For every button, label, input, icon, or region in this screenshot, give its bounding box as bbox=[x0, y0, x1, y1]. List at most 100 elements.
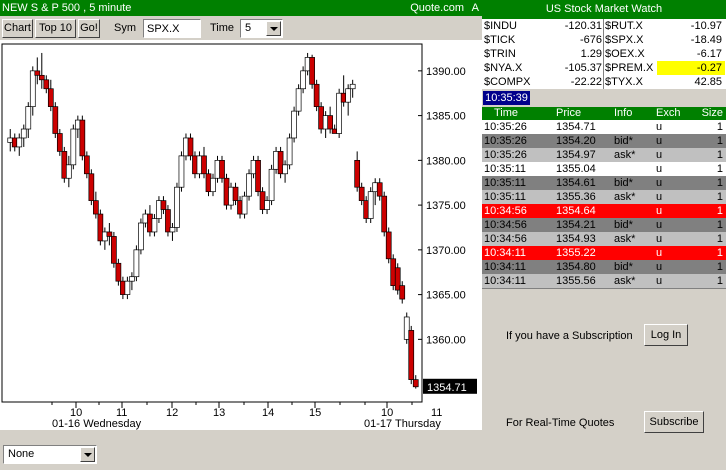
candle-body bbox=[241, 195, 248, 215]
header-exch: Exch bbox=[656, 107, 681, 119]
candle-body bbox=[93, 200, 99, 215]
time-select[interactable]: 5 bbox=[240, 19, 283, 38]
candle-body bbox=[291, 110, 297, 139]
time-sales-info: bid* bbox=[614, 177, 633, 189]
time-sales-row[interactable]: 10:34:56 1354.64 u 1 bbox=[482, 204, 726, 218]
candle-body bbox=[300, 70, 306, 90]
time-sales-row[interactable]: 10:35:26 1354.20 bid* u 1 bbox=[482, 134, 726, 148]
subscription-text: If you have a Subscription bbox=[506, 330, 633, 342]
candle-body bbox=[358, 186, 365, 201]
market-watch-symbol: $NYA.X bbox=[484, 62, 523, 74]
candle-body bbox=[34, 70, 41, 76]
candle-body bbox=[38, 74, 45, 81]
candle-body bbox=[345, 88, 352, 103]
candle-body bbox=[106, 231, 113, 237]
header-size: Size bbox=[701, 107, 723, 119]
time-sales-time: 10:34:11 bbox=[484, 261, 527, 273]
time-sales-exch: u bbox=[656, 163, 663, 175]
time-sales-exch: u bbox=[656, 177, 663, 189]
time-sales-time: 10:35:26 bbox=[484, 149, 527, 161]
time-sales-row[interactable]: 10:35:11 1355.36 ask* u 1 bbox=[482, 190, 726, 204]
chart-source-flag: A bbox=[471, 2, 479, 14]
time-sales-exch: u bbox=[656, 261, 663, 273]
market-watch-row: $INDU -120.31 $RUT.X -10.97 bbox=[482, 19, 726, 33]
time-sales-row[interactable]: 10:34:11 1355.22 u 1 bbox=[482, 246, 726, 260]
time-sales-price: 1355.22 bbox=[556, 247, 596, 259]
price-chart[interactable]: 1360.00 1365.00 1370.00 1375.00 1380.00 1385.… bbox=[0, 40, 482, 430]
symbol-input[interactable] bbox=[143, 19, 201, 38]
candle-body bbox=[246, 173, 252, 197]
chevron-down-icon[interactable] bbox=[266, 21, 281, 36]
time-sales-info: ask* bbox=[614, 233, 636, 245]
candle-body bbox=[151, 218, 158, 233]
time-sales-size: 1 bbox=[716, 177, 723, 189]
top10-button[interactable]: Top 10 bbox=[35, 19, 76, 38]
time-label: Time bbox=[210, 22, 235, 34]
time-sales-row[interactable]: 10:34:11 1355.56 ask* u 1 bbox=[482, 274, 726, 288]
time-sales-size: 1 bbox=[716, 135, 723, 147]
time-sales-list[interactable]: 10:35:26 1354.71 u 1 10:35:26 1354.20 bid* u 1 10… bbox=[482, 120, 726, 289]
candle-body bbox=[169, 227, 176, 233]
time-sales-row[interactable]: 10:34:11 1354.80 bid* u 1 bbox=[482, 260, 726, 274]
login-button[interactable]: Log In bbox=[644, 324, 688, 346]
y-tick-label: 1385.00 bbox=[426, 111, 466, 123]
candle-body bbox=[70, 128, 77, 166]
candle-body bbox=[327, 115, 333, 130]
realtime-text: For Real-Time Quotes bbox=[506, 417, 615, 429]
chart-title-bar: NEW S & P 500 , 5 minute Quote.com A bbox=[0, 0, 482, 16]
market-watch-value: -22.22 bbox=[570, 76, 602, 88]
time-sales-row[interactable]: 10:35:26 1354.71 u 1 bbox=[482, 120, 726, 134]
subscription-panel: If you have a Subscription Log In For Re… bbox=[482, 289, 726, 470]
candle-body bbox=[219, 159, 225, 179]
time-sales-row[interactable]: 10:34:56 1354.21 bid* u 1 bbox=[482, 218, 726, 232]
y-tick-label: 1390.00 bbox=[426, 66, 466, 78]
candle-body bbox=[29, 70, 36, 107]
indicator-select[interactable]: None bbox=[3, 445, 97, 464]
candle-body bbox=[56, 133, 63, 152]
chevron-down-icon[interactable] bbox=[80, 447, 95, 462]
candle-body bbox=[52, 106, 59, 134]
time-sales-exch: u bbox=[656, 219, 663, 231]
time-sales-header: Time Price Info Exch Size bbox=[482, 107, 726, 120]
time-sales-price: 1354.20 bbox=[556, 135, 596, 147]
market-watch-symbol: $TYX.X bbox=[605, 76, 643, 88]
time-sales-row[interactable]: 10:35:11 1354.61 bid* u 1 bbox=[482, 176, 726, 190]
time-sales-exch: u bbox=[656, 205, 663, 217]
time-sales-price: 1354.80 bbox=[556, 261, 596, 273]
chart-button[interactable]: Chart bbox=[2, 19, 33, 38]
market-watch-value: -120.31 bbox=[564, 20, 602, 32]
market-watch-symbol: $TRIN bbox=[484, 48, 516, 60]
candle-body bbox=[313, 83, 320, 108]
time-sales-exch: u bbox=[656, 191, 663, 203]
market-watch-symbol: $SPX.X bbox=[605, 34, 644, 46]
time-sales-row[interactable]: 10:35:11 1355.04 u 1 bbox=[482, 162, 726, 176]
subscribe-button[interactable]: Subscribe bbox=[644, 411, 704, 433]
time-sales-row[interactable]: 10:35:26 1354.97 ask* u 1 bbox=[482, 148, 726, 162]
time-sales-size: 1 bbox=[716, 191, 723, 203]
chart-title: NEW S & P 500 , 5 minute bbox=[2, 2, 132, 14]
time-sales-time: 10:35:11 bbox=[484, 191, 527, 203]
time-sales-time: 10:34:56 bbox=[484, 219, 527, 231]
header-price: Price bbox=[556, 107, 582, 119]
market-watch-row: $NYA.X -105.37 $PREM.X -0.27 bbox=[482, 61, 726, 75]
time-sales-row[interactable]: 10:34:56 1354.93 ask* u 1 bbox=[482, 232, 726, 246]
time-sales-exch: u bbox=[656, 247, 663, 259]
time-sales-info: bid* bbox=[614, 219, 633, 231]
y-tick-label: 1375.00 bbox=[426, 200, 466, 212]
market-watch-row: $TICK -676 $SPX.X -18.49 bbox=[482, 33, 726, 47]
market-watch-value: -10.97 bbox=[690, 20, 722, 32]
candle-body bbox=[160, 200, 167, 210]
candle-body bbox=[174, 186, 180, 228]
candle-body bbox=[295, 88, 302, 112]
candle-body bbox=[282, 164, 288, 175]
day-label: 01-16 Wednesday bbox=[52, 418, 142, 430]
go-button[interactable]: Go! bbox=[78, 19, 100, 38]
candle-body bbox=[16, 137, 23, 148]
market-watch-value: -676 bbox=[579, 34, 602, 46]
time-sales-price: 1354.64 bbox=[556, 205, 596, 217]
candle-body bbox=[47, 88, 54, 107]
candle-body bbox=[115, 262, 122, 282]
header-time: Time bbox=[494, 107, 519, 119]
last-price-label: 1354.71 bbox=[427, 382, 467, 394]
time-sales-price: 1355.36 bbox=[556, 191, 596, 203]
